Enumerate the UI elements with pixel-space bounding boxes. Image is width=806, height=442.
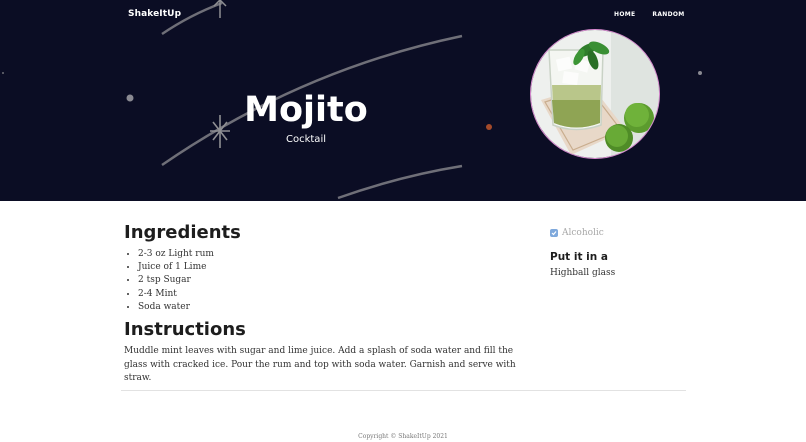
nav-random-link[interactable]: RANDOM [652, 11, 684, 18]
ingredients-heading: Ingredients [124, 222, 241, 243]
checkmark-icon [551, 231, 557, 236]
ingredients-list: 2-3 oz Light rum Juice of 1 Lime 2 tsp S… [124, 248, 214, 314]
ingredient-item: Soda water [138, 301, 214, 314]
drink-category: Cocktail [286, 134, 326, 145]
instructions-text: Muddle mint leaves with sugar and lime j… [124, 346, 516, 383]
hero-background-decoration [2, 0, 702, 200]
instructions-heading: Instructions [124, 319, 246, 340]
brand-logo[interactable]: ShakeItUp [128, 9, 181, 19]
footer-divider [121, 390, 686, 391]
ingredient-item: Juice of 1 Lime [138, 261, 214, 274]
glass-heading: Put it in a [550, 251, 608, 263]
ingredient-item: 2 tsp Sugar [138, 274, 214, 287]
drink-title: Mojito [244, 90, 368, 130]
mojito-photo-icon [531, 30, 659, 158]
ingredient-item: 2-4 Mint [138, 288, 214, 301]
drink-photo [530, 29, 660, 159]
ingredient-item: 2-3 oz Light rum [138, 248, 214, 261]
nav-home-link[interactable]: HOME [614, 11, 635, 18]
alcoholic-checkbox[interactable] [550, 229, 558, 237]
top-nav: HOME RANDOM [614, 11, 685, 18]
hero-banner: ShakeItUp HOME RANDOM Mojito Cocktail [0, 0, 806, 201]
glass-type: Highball glass [550, 268, 616, 278]
footer-copyright: Copyright © ShakeItUp 2021 [358, 433, 448, 440]
alcoholic-label: Alcoholic [562, 228, 604, 238]
alcoholic-indicator: Alcoholic [550, 228, 604, 238]
